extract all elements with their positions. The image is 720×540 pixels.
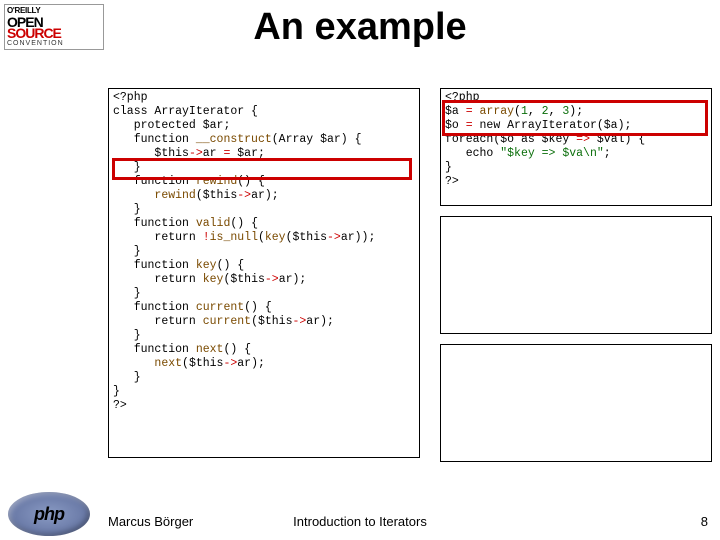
footer-title: Introduction to Iterators	[0, 514, 720, 529]
code-block-right: <?php $a = array(1, 2, 3); $o = new Arra…	[440, 88, 712, 206]
footer-page: 8	[701, 514, 708, 529]
slide-title: An example	[0, 6, 720, 49]
code-block-left: <?php class ArrayIterator { protected $a…	[108, 88, 420, 458]
empty-box-1	[440, 216, 712, 334]
empty-box-2	[440, 344, 712, 462]
footer: Marcus Börger Introduction to Iterators …	[0, 514, 720, 534]
